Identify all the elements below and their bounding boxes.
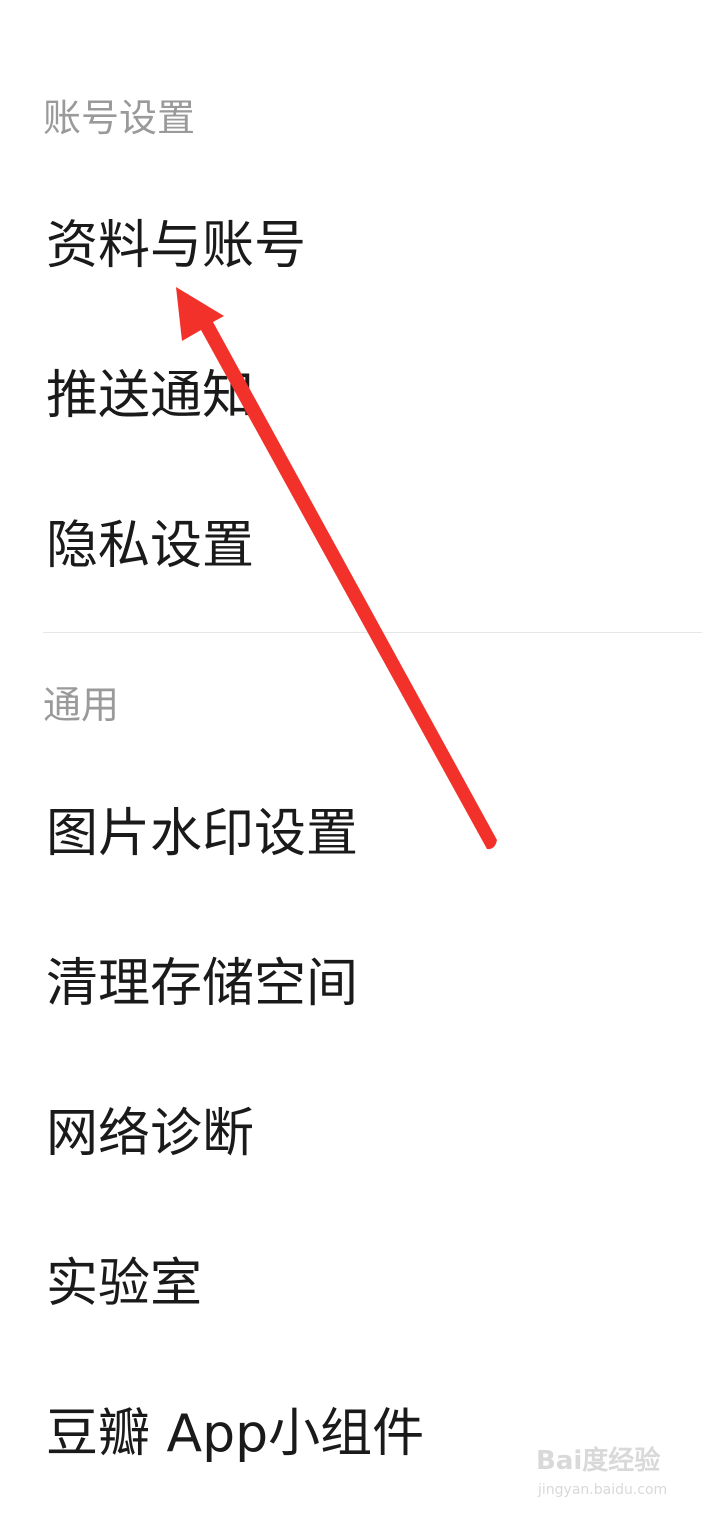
menu-item-label: 清理存储空间 xyxy=(46,954,359,1014)
menu-item-label: 推送通知 xyxy=(46,366,255,426)
section-header-account-settings: 账号设置 xyxy=(43,96,196,140)
menu-item-lab[interactable]: 实验室 xyxy=(0,1214,702,1354)
menu-item-label: 隐私设置 xyxy=(46,516,255,576)
menu-item-privacy-settings[interactable]: 隐私设置 xyxy=(0,476,702,616)
menu-item-push-notifications[interactable]: 推送通知 xyxy=(0,326,702,466)
menu-item-label: 图片水印设置 xyxy=(46,804,359,864)
menu-item-label: 实验室 xyxy=(46,1254,203,1314)
menu-item-clear-storage[interactable]: 清理存储空间 xyxy=(0,914,702,1054)
menu-item-label: 网络诊断 xyxy=(46,1104,255,1164)
menu-item-label: 豆瓣 App小组件 xyxy=(46,1404,425,1464)
menu-item-network-diagnosis[interactable]: 网络诊断 xyxy=(0,1064,702,1204)
menu-item-image-watermark-settings[interactable]: 图片水印设置 xyxy=(0,764,702,904)
section-divider xyxy=(43,632,702,633)
menu-item-douban-app-widget[interactable]: 豆瓣 App小组件 xyxy=(0,1364,702,1504)
menu-item-label: 资料与账号 xyxy=(46,216,307,276)
menu-item-profile-and-account[interactable]: 资料与账号 xyxy=(0,176,702,316)
section-header-general: 通用 xyxy=(43,683,120,727)
